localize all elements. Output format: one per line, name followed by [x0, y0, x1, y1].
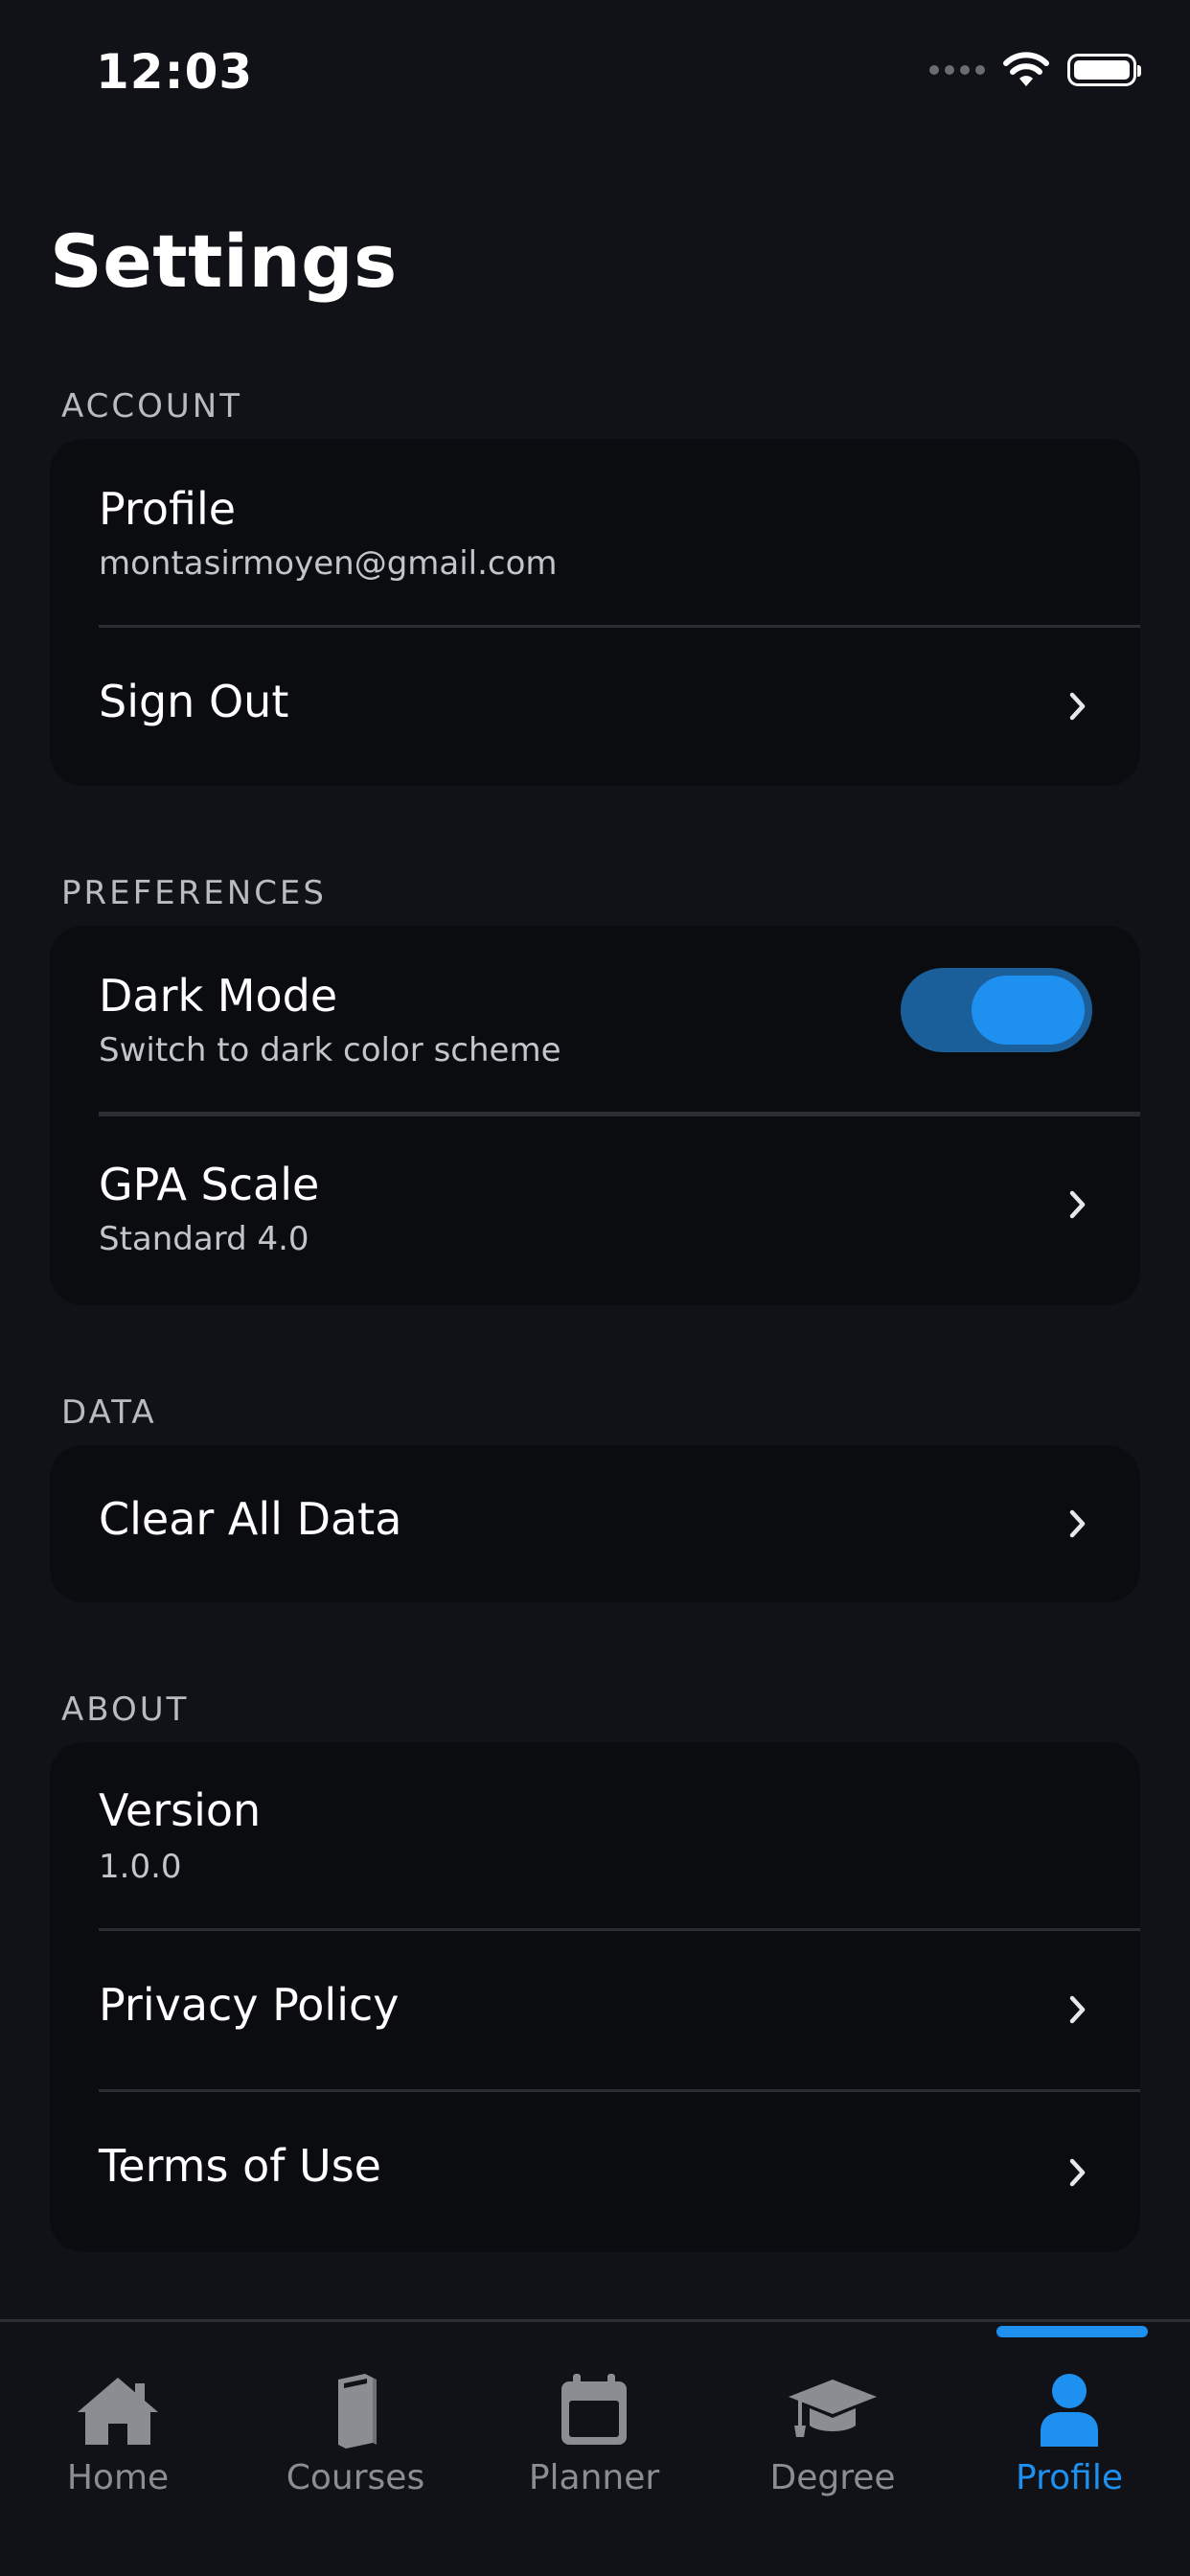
dark-mode-toggle[interactable] — [901, 968, 1092, 1052]
calendar-icon — [561, 2374, 627, 2445]
tab-courses[interactable]: Courses — [250, 2372, 461, 2516]
about-card: Version 1.0.0 Privacy Policy Terms of Us… — [50, 1742, 1140, 2252]
clear-all-data-row[interactable]: Clear All Data — [50, 1445, 1140, 1602]
cellular-signal-icon — [929, 65, 985, 75]
dark-mode-subtitle: Switch to dark color scheme — [99, 1031, 561, 1070]
terms-of-use-row[interactable]: Terms of Use — [50, 2092, 1140, 2252]
sign-out-label: Sign Out — [99, 676, 289, 727]
chevron-right-icon — [1069, 1509, 1086, 1538]
status-bar: 12:03 — [0, 0, 1190, 144]
tab-courses-label: Courses — [286, 2458, 425, 2497]
graduation-cap-icon — [789, 2380, 877, 2437]
tab-bar: Home Courses Planner Degree Profile — [0, 2319, 1190, 2576]
home-icon — [78, 2378, 158, 2445]
terms-of-use-label: Terms of Use — [99, 2140, 381, 2192]
person-icon — [1041, 2374, 1098, 2447]
profile-row[interactable]: Profile montasirmoyen@gmail.com — [50, 439, 1140, 627]
tab-degree-label: Degree — [769, 2458, 896, 2497]
status-time: 12:03 — [96, 44, 254, 100]
gpa-scale-value: Standard 4.0 — [99, 1220, 309, 1258]
data-card: Clear All Data — [50, 1445, 1140, 1602]
version-row: Version 1.0.0 — [50, 1742, 1140, 1930]
gpa-scale-title: GPA Scale — [99, 1159, 320, 1210]
battery-icon — [1067, 54, 1141, 86]
tab-profile[interactable]: Profile — [964, 2372, 1175, 2516]
section-header-about: ABOUT — [61, 1690, 190, 1729]
section-header-preferences: PREFERENCES — [61, 874, 327, 912]
profile-email: montasirmoyen@gmail.com — [99, 544, 558, 583]
chevron-right-icon — [1069, 1995, 1086, 2024]
tab-planner[interactable]: Planner — [489, 2372, 699, 2516]
wifi-icon — [1003, 52, 1049, 86]
toggle-knob — [972, 976, 1085, 1045]
book-icon — [338, 2374, 377, 2449]
dark-mode-title: Dark Mode — [99, 970, 338, 1022]
tab-home-label: Home — [66, 2458, 170, 2497]
sign-out-row[interactable]: Sign Out — [50, 628, 1140, 786]
chevron-right-icon — [1069, 1190, 1086, 1219]
version-value: 1.0.0 — [99, 1848, 182, 1886]
account-card: Profile montasirmoyen@gmail.com Sign Out — [50, 439, 1140, 786]
page-title: Settings — [50, 218, 398, 304]
section-header-account: ACCOUNT — [61, 387, 242, 426]
tab-home[interactable]: Home — [12, 2372, 223, 2516]
tab-degree[interactable]: Degree — [727, 2372, 938, 2516]
tab-profile-label: Profile — [1016, 2458, 1123, 2497]
chevron-right-icon — [1069, 2158, 1086, 2187]
active-tab-indicator — [996, 2326, 1148, 2337]
preferences-card: Dark Mode Switch to dark color scheme GP… — [50, 926, 1140, 1305]
privacy-policy-row[interactable]: Privacy Policy — [50, 1931, 1140, 2090]
clear-all-data-label: Clear All Data — [99, 1493, 402, 1545]
gpa-scale-row[interactable]: GPA Scale Standard 4.0 — [50, 1116, 1140, 1305]
chevron-right-icon — [1069, 692, 1086, 721]
version-title: Version — [99, 1784, 262, 1836]
section-header-data: DATA — [61, 1393, 157, 1432]
dark-mode-row: Dark Mode Switch to dark color scheme — [50, 926, 1140, 1114]
profile-title: Profile — [99, 483, 237, 535]
tab-planner-label: Planner — [528, 2458, 660, 2497]
privacy-policy-label: Privacy Policy — [99, 1979, 400, 2031]
status-icons — [929, 52, 1141, 88]
